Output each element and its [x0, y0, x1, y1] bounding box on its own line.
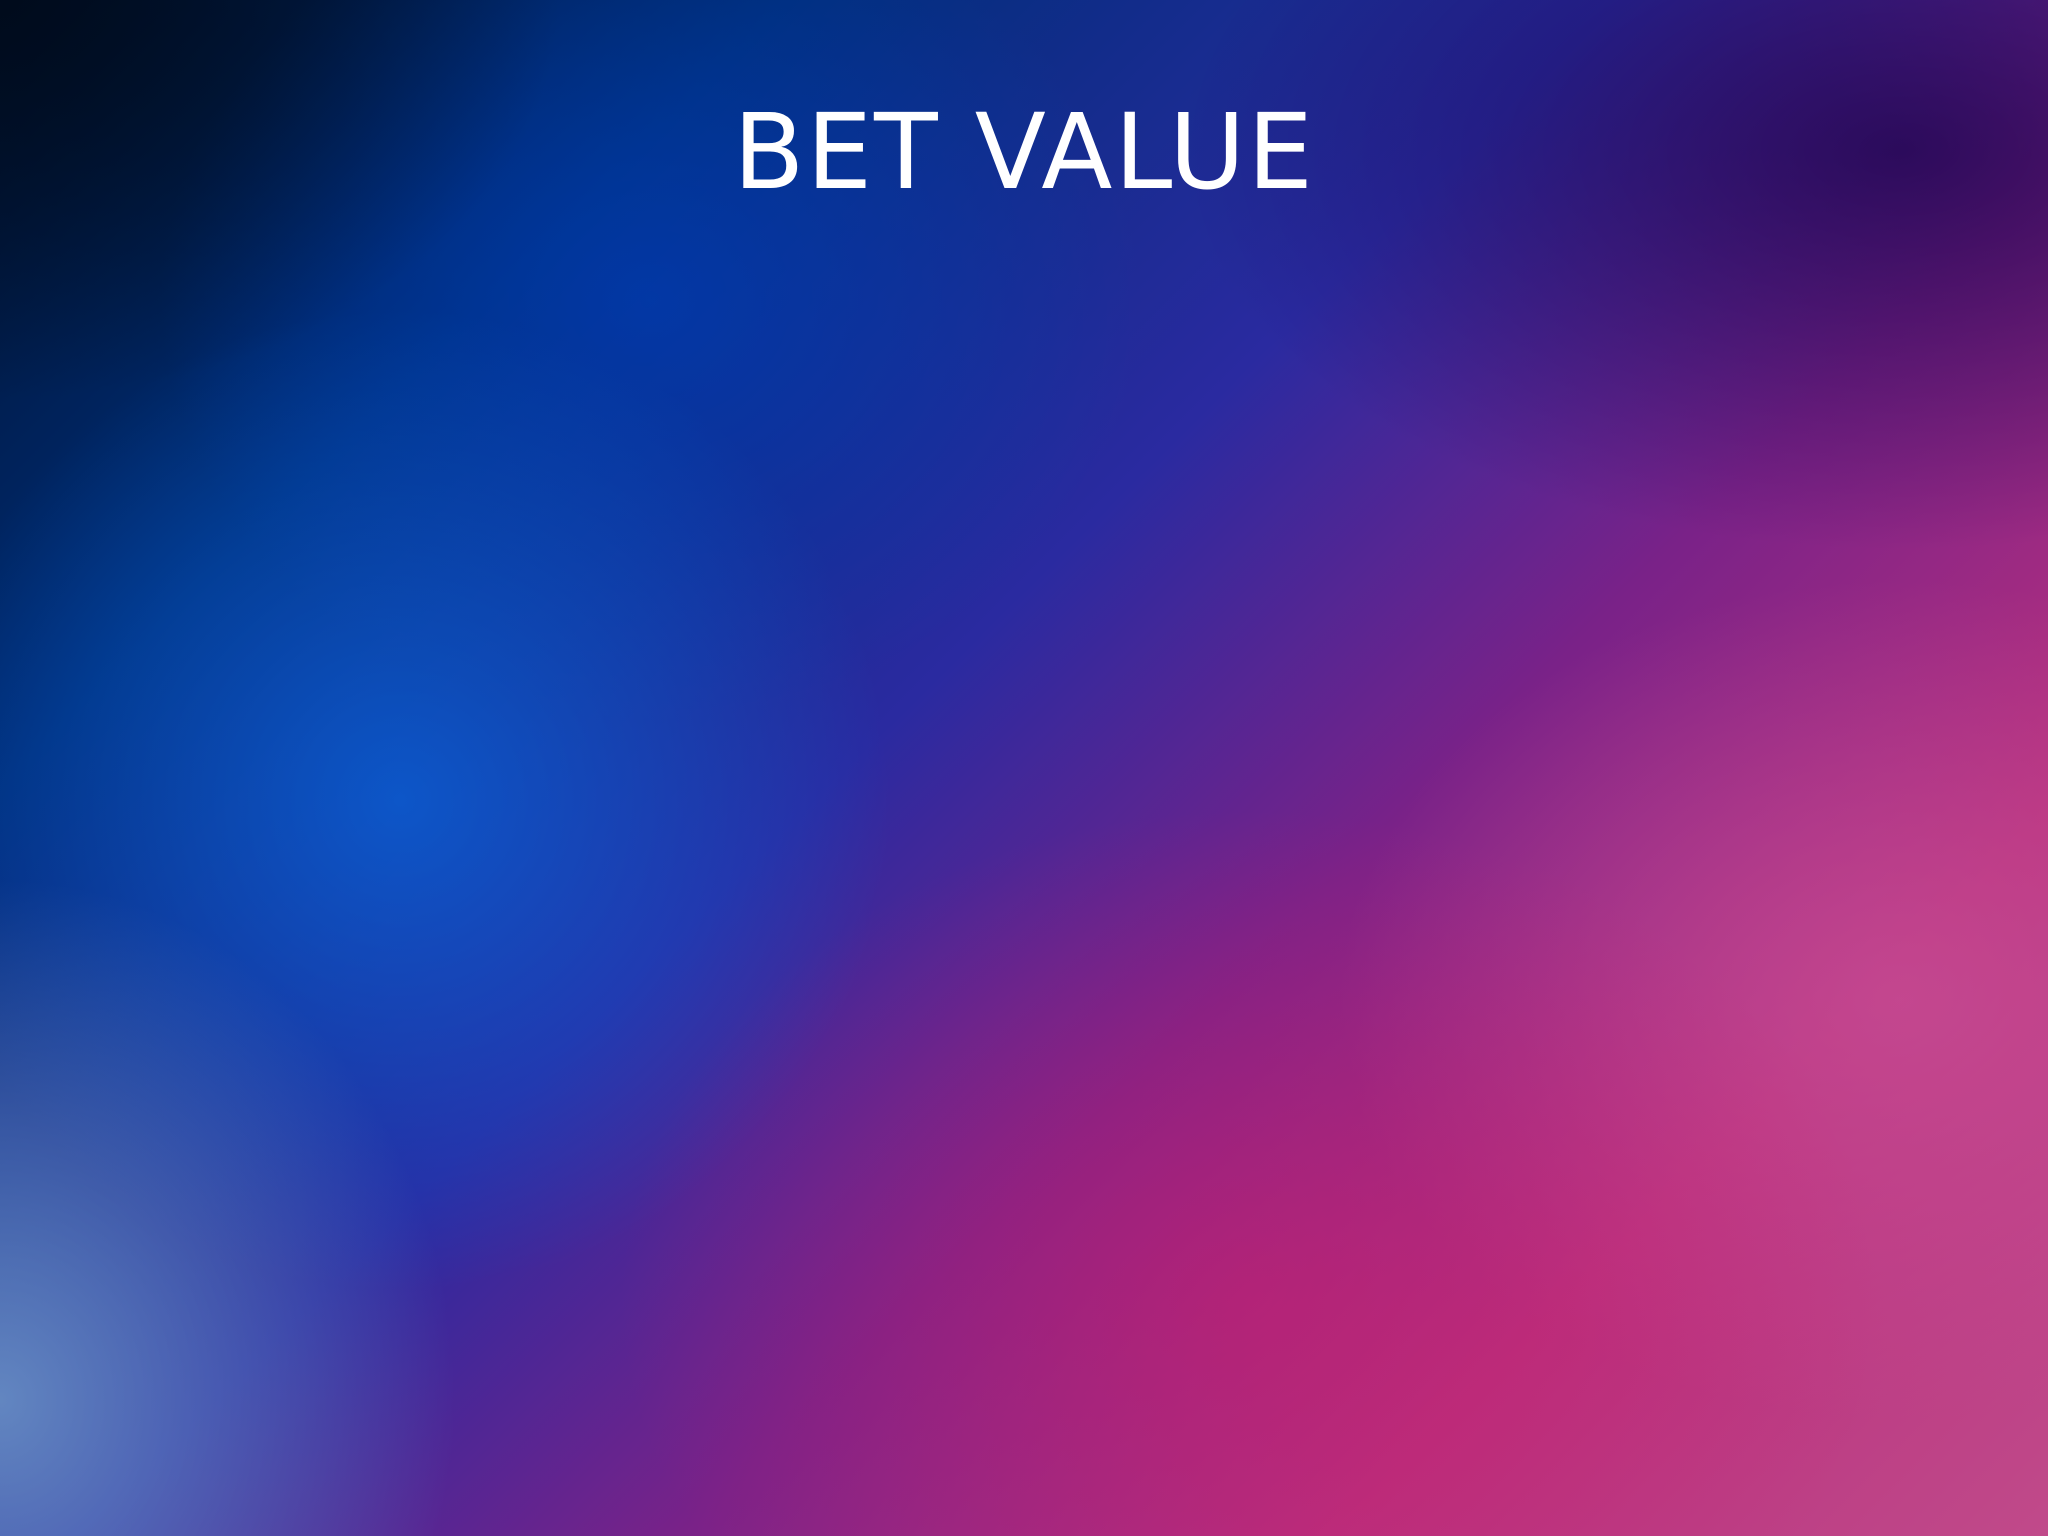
game-screen: BET VALUE — [0, 0, 2048, 1536]
background-gradient — [0, 0, 2048, 1536]
screen-title: BET VALUE — [733, 91, 1315, 213]
